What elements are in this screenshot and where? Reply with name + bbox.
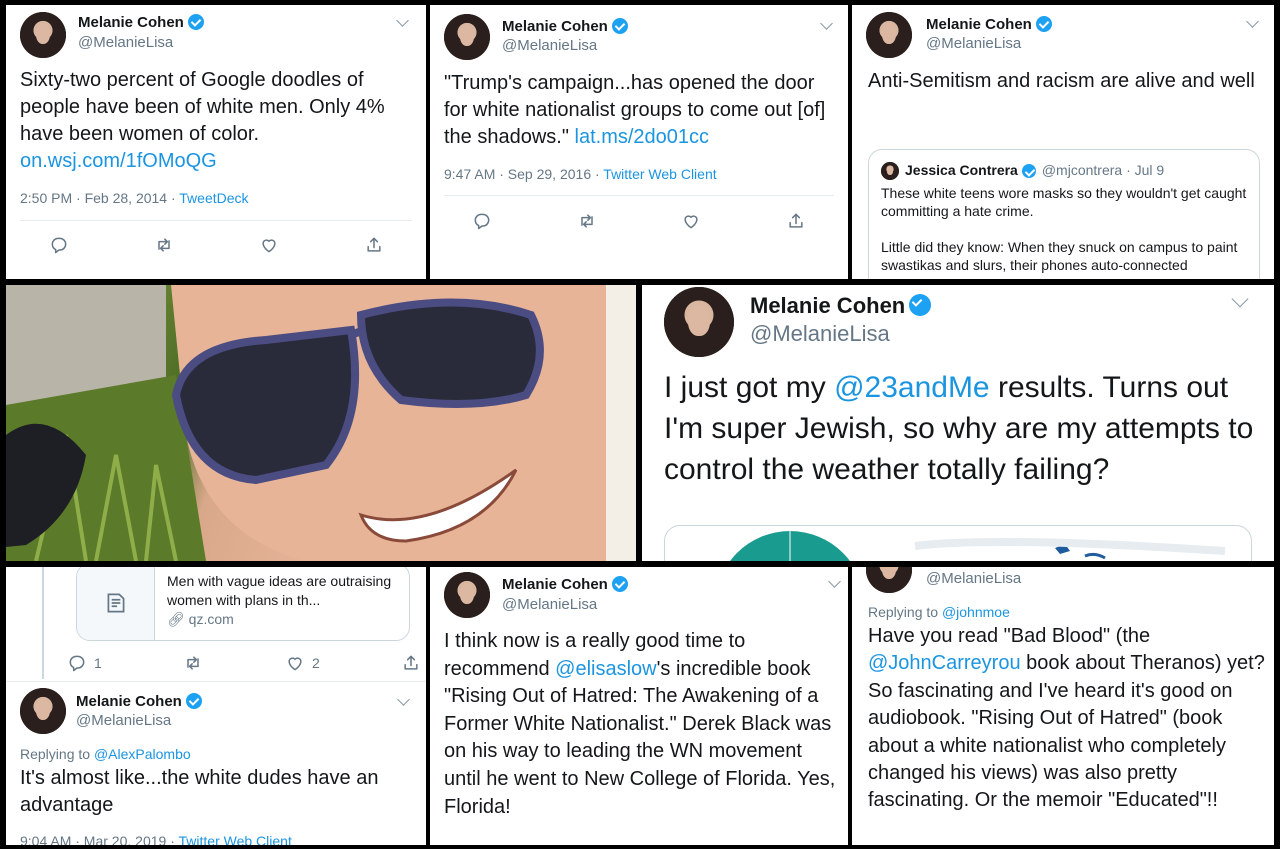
map-graphic — [730, 531, 1226, 561]
divider — [6, 681, 426, 682]
reply-icon[interactable] — [66, 652, 88, 674]
tweet-text: Have you read "Bad Blood" (the @JohnCarr… — [868, 625, 1265, 812]
chevron-down-icon[interactable] — [820, 17, 833, 30]
quoted-author-name: Jessica Contrera @mjcontrera · Jul 9 — [905, 162, 1165, 178]
like-icon[interactable] — [680, 210, 702, 232]
share-icon[interactable] — [400, 652, 422, 674]
author-handle[interactable]: @MelanieLisa — [78, 34, 173, 51]
replying-to: Replying to @AlexPalombo — [20, 746, 191, 762]
tweet-text: "Trump's campaign...has opened the door … — [444, 72, 826, 148]
author-handle[interactable]: @MelanieLisa — [502, 596, 597, 613]
selfie-illustration — [6, 285, 636, 561]
like-count: 2 — [312, 655, 320, 671]
chevron-down-icon[interactable] — [396, 14, 409, 27]
chevron-down-icon[interactable] — [1246, 15, 1259, 28]
author-name[interactable]: Melanie Cohen — [926, 16, 1052, 33]
selfie-photo — [6, 285, 636, 561]
replying-to: Replying to @johnmoe — [868, 604, 1010, 620]
retweet-icon[interactable] — [576, 210, 598, 232]
author-name[interactable]: Melanie Cohen — [502, 18, 628, 35]
tweet-link[interactable]: lat.ms/2do01cc — [575, 126, 710, 148]
quoted-text-1: These white teens wore masks so they wou… — [881, 185, 1247, 219]
verified-icon — [611, 18, 628, 34]
author-name[interactable]: Melanie Cohen — [502, 576, 628, 593]
tweet-actions — [6, 233, 426, 257]
link-card[interactable]: Men with vague ideas are outraising wome… — [76, 567, 410, 641]
quoted-avatar — [881, 162, 899, 180]
verified-icon — [909, 294, 932, 316]
author-handle[interactable]: @MelanieLisa — [750, 321, 890, 347]
share-icon[interactable] — [363, 234, 385, 256]
avatar[interactable] — [20, 12, 66, 58]
link-icon: 🔗︎ — [167, 611, 185, 627]
attached-card[interactable] — [664, 525, 1252, 561]
avatar[interactable] — [866, 567, 912, 593]
verified-icon — [185, 693, 202, 709]
mention-link[interactable]: @23andMe — [834, 371, 990, 404]
like-action[interactable]: 2 — [284, 652, 320, 674]
avatar[interactable] — [866, 12, 912, 58]
verified-icon — [611, 576, 628, 592]
verified-icon — [1021, 164, 1036, 178]
tweet-timestamp: 2:50 PM · Feb 28, 2014 · TweetDeck — [20, 190, 249, 206]
avatar[interactable] — [444, 572, 490, 618]
author-name[interactable]: Melanie Cohen — [76, 693, 202, 710]
mention-link[interactable]: @JohnCarreyrou — [868, 652, 1021, 674]
reply-action[interactable]: 1 — [66, 652, 102, 674]
like-icon[interactable] — [258, 234, 280, 256]
tweet-timestamp: 9:04 AM · Mar 20, 2019 · Twitter Web Cli… — [20, 833, 292, 845]
tweet-text: Sixty-two percent of Google doodles of p… — [20, 69, 385, 172]
quoted-text-2: Little did they know: When they snuck on… — [881, 239, 1238, 273]
chevron-down-icon[interactable] — [1231, 290, 1249, 308]
retweet-icon[interactable] — [182, 652, 204, 674]
avatar[interactable] — [664, 287, 734, 357]
divider — [444, 195, 834, 196]
divider — [20, 220, 412, 221]
like-icon[interactable] — [284, 652, 306, 674]
author-name[interactable]: Melanie Cohen — [750, 293, 932, 319]
retweet-icon[interactable] — [153, 234, 175, 256]
tweet-panel-4: Melanie Cohen @MelanieLisa I just got my… — [642, 285, 1274, 561]
tweet-text: I think now is a really good time to rec… — [444, 630, 836, 818]
tweet-text: Anti-Semitism and racism are alive and w… — [868, 70, 1255, 92]
avatar[interactable] — [20, 688, 66, 734]
chevron-down-icon[interactable] — [828, 575, 841, 588]
card-title: Men with vague ideas are outraising wome… — [167, 573, 392, 608]
tweet-text: I just got my @23andMe results. Turns ou… — [664, 371, 1254, 486]
share-icon[interactable] — [785, 210, 807, 232]
tweet-panel-7: @MelanieLisa Replying to @johnmoe Have y… — [852, 567, 1274, 845]
tweet-panel-6: Melanie Cohen @MelanieLisa I think now i… — [430, 567, 848, 845]
quoted-tweet[interactable]: Jessica Contrera @mjcontrera · Jul 9 Thes… — [868, 149, 1260, 279]
card-domain: 🔗︎ qz.com — [167, 611, 234, 627]
chevron-down-icon[interactable] — [397, 693, 410, 706]
thread-line — [42, 567, 44, 679]
tweet-link[interactable]: on.wsj.com/1fOMoQG — [20, 150, 217, 172]
tweet-panel-2: Melanie Cohen @MelanieLisa "Trump's camp… — [430, 5, 848, 279]
reply-icon[interactable] — [48, 234, 70, 256]
verified-icon — [187, 14, 204, 30]
tweet-panel-3: Melanie Cohen @MelanieLisa Anti-Semitism… — [852, 5, 1274, 279]
article-icon — [77, 567, 155, 640]
avatar[interactable] — [444, 14, 490, 60]
reply-count: 1 — [94, 655, 102, 671]
tweet-actions — [430, 209, 848, 233]
author-handle[interactable]: @MelanieLisa — [76, 712, 171, 729]
tweet-panel-5: Men with vague ideas are outraising wome… — [6, 567, 426, 845]
tweet-panel-1: Melanie Cohen @MelanieLisa Sixty-two per… — [6, 5, 426, 279]
tweet-text: It's almost like...the white dudes have … — [20, 767, 379, 816]
mention-link[interactable]: @elisaslow — [555, 658, 656, 680]
author-handle[interactable]: @MelanieLisa — [926, 570, 1021, 587]
author-handle[interactable]: @MelanieLisa — [502, 37, 597, 54]
tweet-actions: 1 2 — [66, 651, 426, 675]
tweet-timestamp: 9:47 AM · Sep 29, 2016 · Twitter Web Cli… — [444, 166, 717, 182]
verified-icon — [1035, 16, 1052, 32]
reply-icon[interactable] — [471, 210, 493, 232]
author-name[interactable]: Melanie Cohen — [78, 14, 204, 31]
author-handle[interactable]: @MelanieLisa — [926, 35, 1021, 52]
